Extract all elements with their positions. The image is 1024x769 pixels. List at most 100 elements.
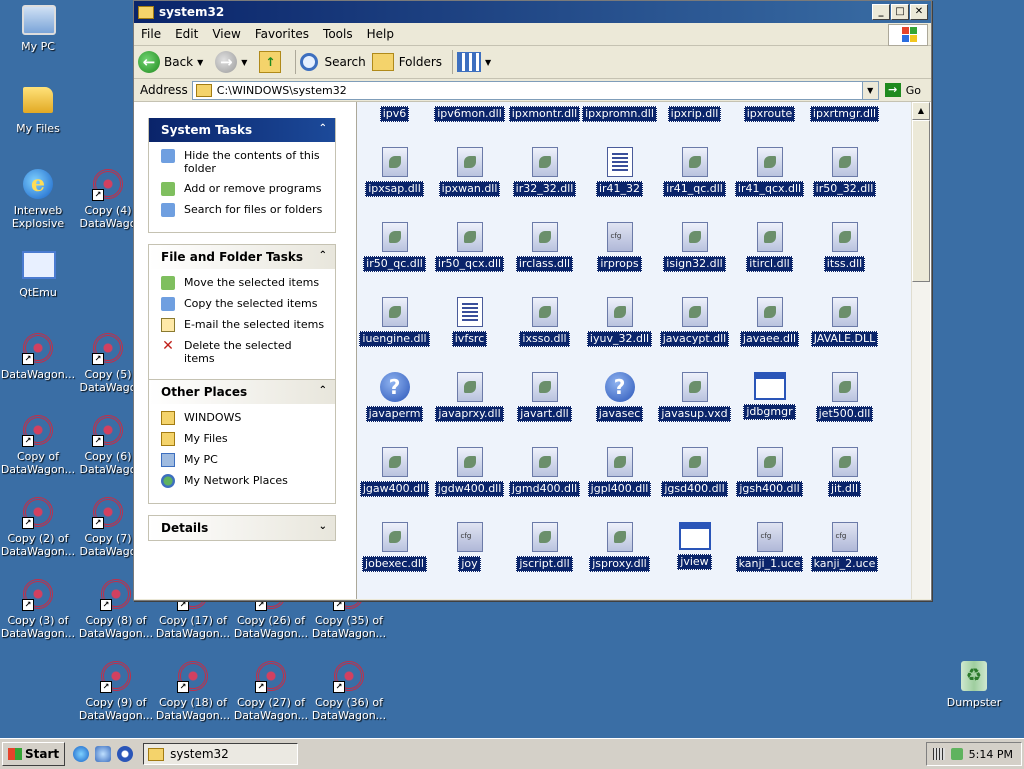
collapse-chevron-icon[interactable]: ⌃ xyxy=(319,250,327,261)
file-item[interactable]: iuengine.dll xyxy=(357,297,432,347)
file-item[interactable]: javacypt.dll xyxy=(657,297,732,347)
file-item[interactable]: ? javasec xyxy=(582,372,657,422)
desktop-icon[interactable]: ↗ Copy (18) of DataWagon... xyxy=(155,661,231,722)
file-item[interactable]: jit.dll xyxy=(807,447,882,497)
file-item[interactable]: itss.dll xyxy=(807,222,882,272)
file-item[interactable]: ir41_qcx.dll xyxy=(732,147,807,197)
minimize-button[interactable]: _ xyxy=(872,4,890,20)
title-bar[interactable]: system32 _ □ ✕ xyxy=(134,1,931,23)
file-item[interactable]: jdbgmgr xyxy=(732,372,807,420)
address-input[interactable]: C:\WINDOWS\system32 ▼ xyxy=(191,80,879,100)
clock[interactable]: 5:14 PM xyxy=(969,748,1013,761)
desktop-icon[interactable]: My PC xyxy=(0,5,76,53)
menu-help[interactable]: Help xyxy=(360,27,401,41)
system-tasks-header[interactable]: System Tasks ⌃ xyxy=(149,118,335,142)
details-header[interactable]: Details ⌄ xyxy=(149,515,335,540)
file-item[interactable]: ipxwan.dll xyxy=(432,147,507,197)
menu-tools[interactable]: Tools xyxy=(316,27,360,41)
file-item[interactable]: ? javaperm xyxy=(357,372,432,422)
file-item[interactable]: jgaw400.dll xyxy=(357,447,432,497)
file-item[interactable]: jscript.dll xyxy=(507,522,582,572)
task-copy-items[interactable]: Copy the selected items xyxy=(161,297,325,311)
desktop-icon[interactable]: ↗ Copy (27) of DataWagon... xyxy=(233,661,309,722)
desktop-icon[interactable]: ↗ Copy (36) of DataWagon... xyxy=(311,661,387,722)
desktop-icon[interactable]: ♻ Dumpster xyxy=(936,661,1012,709)
place-my-pc[interactable]: My PC xyxy=(161,453,325,467)
file-item[interactable]: isign32.dll xyxy=(657,222,732,272)
file-item[interactable]: ipxrip.dll xyxy=(657,102,732,122)
place-network[interactable]: My Network Places xyxy=(161,474,325,488)
task-add-remove-programs[interactable]: Add or remove programs xyxy=(161,182,325,196)
up-folder-button[interactable]: ↑ xyxy=(259,51,285,73)
file-item[interactable]: joy xyxy=(432,522,507,572)
folders-button[interactable]: Folders xyxy=(371,53,442,71)
file-item[interactable]: ivfsrc xyxy=(432,297,507,347)
file-folder-tasks-header[interactable]: File and Folder Tasks ⌃ xyxy=(149,244,335,269)
file-item[interactable]: irprops xyxy=(582,222,657,272)
desktop-icon[interactable]: e Interweb Explosive xyxy=(0,169,76,230)
desktop-icon[interactable]: ↗ Copy of DataWagon... xyxy=(0,415,76,476)
address-dropdown-button[interactable]: ▼ xyxy=(861,81,878,99)
views-button[interactable]: ▼ xyxy=(457,52,497,72)
file-item[interactable]: irclass.dll xyxy=(507,222,582,272)
expand-chevron-icon[interactable]: ⌄ xyxy=(319,521,327,532)
maximize-button[interactable]: □ xyxy=(891,4,909,20)
file-item[interactable]: jet500.dll xyxy=(807,372,882,422)
file-item[interactable]: javart.dll xyxy=(507,372,582,422)
desktop-icon[interactable]: ↗ Copy (9) of DataWagon... xyxy=(78,661,154,722)
file-item[interactable]: ir32_32.dll xyxy=(507,147,582,197)
file-item[interactable]: iyuv_32.dll xyxy=(582,297,657,347)
taskbar-task-system32[interactable]: system32 xyxy=(143,743,299,765)
network-status-icon[interactable] xyxy=(950,748,963,760)
start-button[interactable]: Start xyxy=(2,742,66,766)
collapse-chevron-icon[interactable]: ⌃ xyxy=(319,123,327,134)
file-item[interactable]: ir50_32.dll xyxy=(807,147,882,197)
forward-button[interactable]: → ▼ xyxy=(215,51,253,73)
desktop-icon[interactable]: My Files xyxy=(0,87,76,135)
place-windows[interactable]: WINDOWS xyxy=(161,411,325,425)
back-button[interactable]: ← Back ▼ xyxy=(138,51,209,73)
search-button[interactable]: Search xyxy=(300,53,366,71)
menu-favorites[interactable]: Favorites xyxy=(248,27,316,41)
file-item[interactable]: jgsh400.dll xyxy=(732,447,807,497)
file-item[interactable]: kanji_2.uce xyxy=(807,522,882,572)
file-item[interactable]: ir50_qc.dll xyxy=(357,222,432,272)
file-item[interactable]: javasup.vxd xyxy=(657,372,732,422)
file-item[interactable]: itircl.dll xyxy=(732,222,807,272)
file-item[interactable]: ir50_qcx.dll xyxy=(432,222,507,272)
file-item[interactable]: jview xyxy=(657,522,732,570)
task-move-items[interactable]: Move the selected items xyxy=(161,276,325,290)
file-item[interactable]: ir41_qc.dll xyxy=(657,147,732,197)
vertical-scrollbar[interactable]: ▲ xyxy=(911,102,930,599)
task-search-files[interactable]: Search for files or folders xyxy=(161,203,325,217)
file-item[interactable]: javaee.dll xyxy=(732,297,807,347)
file-item[interactable]: ipv6mon.dll xyxy=(432,102,507,122)
other-places-header[interactable]: Other Places ⌃ xyxy=(149,379,335,404)
file-item[interactable]: jsproxy.dll xyxy=(582,522,657,572)
place-my-files[interactable]: My Files xyxy=(161,432,325,446)
desktop-icon[interactable]: ↗ Copy (3) of DataWagon... xyxy=(0,579,76,640)
file-item[interactable]: ir41_32 xyxy=(582,147,657,197)
file-item[interactable]: ipxrtmgr.dll xyxy=(807,102,882,122)
file-item[interactable]: jgmd400.dll xyxy=(507,447,582,497)
go-button[interactable]: → Go xyxy=(884,83,921,97)
keyboard-icon[interactable] xyxy=(932,748,945,760)
file-item[interactable]: jgdw400.dll xyxy=(432,447,507,497)
file-item[interactable]: ipxsap.dll xyxy=(357,147,432,197)
file-item[interactable]: JAVALE.DLL xyxy=(807,297,882,347)
file-item[interactable]: ipxmontr.dll xyxy=(507,102,582,122)
file-item[interactable]: javaprxy.dll xyxy=(432,372,507,422)
task-hide-contents[interactable]: Hide the contents of this folder xyxy=(161,149,325,175)
show-desktop-icon[interactable] xyxy=(95,746,112,762)
menu-edit[interactable]: Edit xyxy=(168,27,205,41)
task-email-items[interactable]: E-mail the selected items xyxy=(161,318,325,332)
file-item[interactable]: jgpl400.dll xyxy=(582,447,657,497)
media-player-icon[interactable] xyxy=(117,746,134,762)
menu-view[interactable]: View xyxy=(205,27,247,41)
file-item[interactable]: jobexec.dll xyxy=(357,522,432,572)
file-item[interactable]: ipv6 xyxy=(357,102,432,122)
file-item[interactable]: ipxroute xyxy=(732,102,807,122)
close-button[interactable]: ✕ xyxy=(910,4,928,20)
browser-icon[interactable] xyxy=(73,746,90,762)
scroll-up-button[interactable]: ▲ xyxy=(912,102,930,120)
